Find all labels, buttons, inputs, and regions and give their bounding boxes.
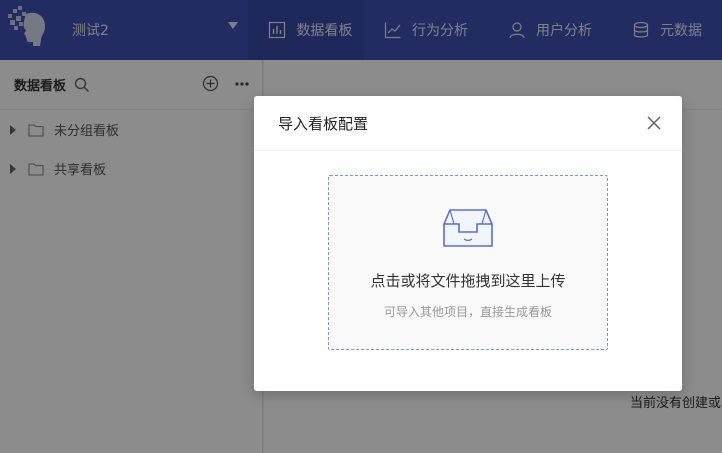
upload-dropzone[interactable]: 点击或将文件拖拽到这里上传 可导入其他项目，直接生成看板 [328, 175, 608, 350]
close-icon[interactable] [646, 115, 662, 131]
inbox-icon [443, 209, 493, 247]
modal-header: 导入看板配置 [254, 96, 682, 151]
dropzone-text: 点击或将文件拖拽到这里上传 [370, 272, 566, 290]
dropzone-hint: 可导入其他项目，直接生成看板 [383, 305, 552, 319]
modal-title: 导入看板配置 [278, 114, 369, 133]
import-dashboard-modal: 导入看板配置 点击或将文件拖拽到这里上传 可导入其他项目，直接生成看板 [254, 96, 682, 391]
